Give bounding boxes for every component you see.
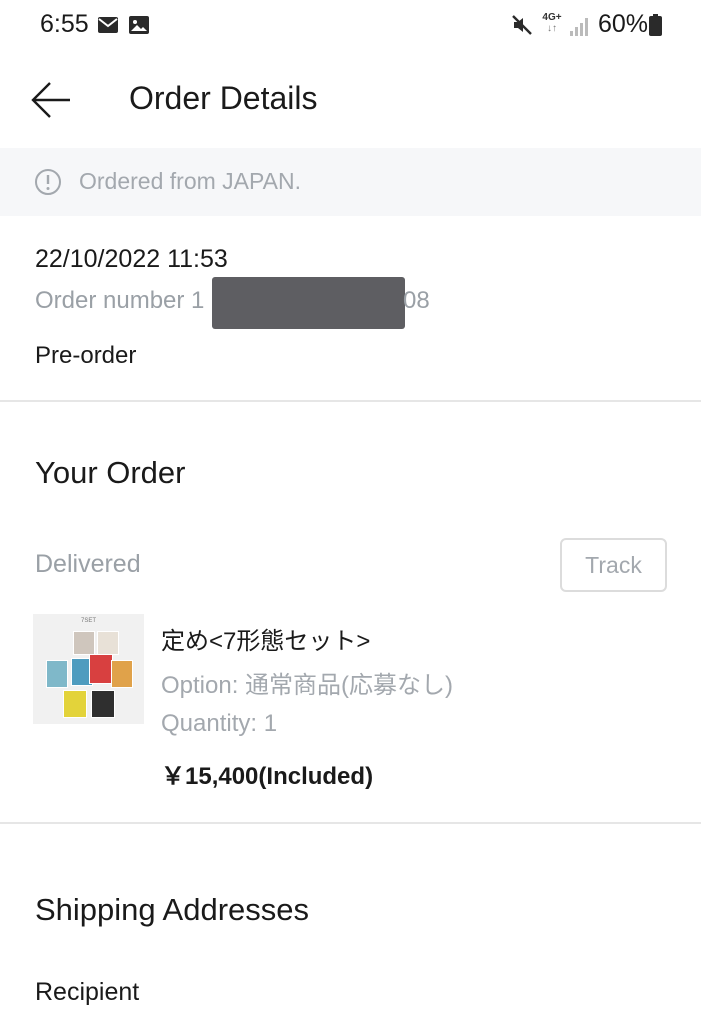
- info-icon: [35, 169, 61, 195]
- page-title: Order Details: [129, 80, 318, 116]
- photo-tile: [97, 631, 119, 655]
- photo-tile: [73, 631, 95, 655]
- shipping-title: Shipping Addresses: [35, 892, 310, 927]
- order-number-label: Order number 1: [35, 287, 205, 314]
- back-arrow-icon[interactable]: [30, 80, 72, 120]
- thumbnail-caption: 7SET: [80, 618, 96, 624]
- battery-percentage: 60%: [598, 10, 649, 38]
- photo-tile: [46, 660, 68, 688]
- track-button[interactable]: Track: [560, 538, 667, 592]
- network-type: 4G+ ↓↑: [542, 12, 562, 34]
- your-order-title: Your Order: [35, 455, 186, 490]
- status-time: 6:55: [40, 10, 89, 38]
- divider: [0, 400, 701, 402]
- delivery-status: Delivered: [35, 550, 141, 578]
- order-number-suffix: 08: [403, 287, 430, 314]
- product-thumbnail[interactable]: 7SET: [33, 614, 144, 724]
- signal-icon: [570, 18, 588, 36]
- mail-icon: [98, 17, 118, 33]
- redaction-block: [212, 277, 405, 329]
- order-details-screen: 6:55 4G+ ↓↑ 60% Order Details Ordered fr…: [0, 0, 701, 1024]
- recipient-label: Recipient: [35, 978, 140, 1006]
- photo-tile: [89, 654, 113, 684]
- product-price: ￥15,400(Included): [161, 763, 374, 790]
- product-quantity: Quantity: 1: [161, 710, 278, 737]
- divider: [0, 822, 701, 824]
- order-date: 22/10/2022 11:53: [35, 245, 228, 273]
- photo-tile: [111, 660, 133, 688]
- order-type: Pre-order: [35, 342, 137, 369]
- battery-icon: [649, 14, 662, 36]
- product-option: Option: 通常商品(応募なし): [161, 672, 454, 699]
- product-name[interactable]: 定め<7形態セット>: [161, 621, 370, 656]
- photo-tile: [91, 690, 115, 718]
- status-bar: 6:55 4G+ ↓↑ 60%: [0, 0, 701, 52]
- notice-text: Ordered from JAPAN.: [79, 168, 301, 194]
- mute-icon: [512, 15, 532, 35]
- photo-tile: [63, 690, 87, 718]
- image-icon: [129, 16, 149, 34]
- origin-notice: Ordered from JAPAN.: [0, 148, 701, 216]
